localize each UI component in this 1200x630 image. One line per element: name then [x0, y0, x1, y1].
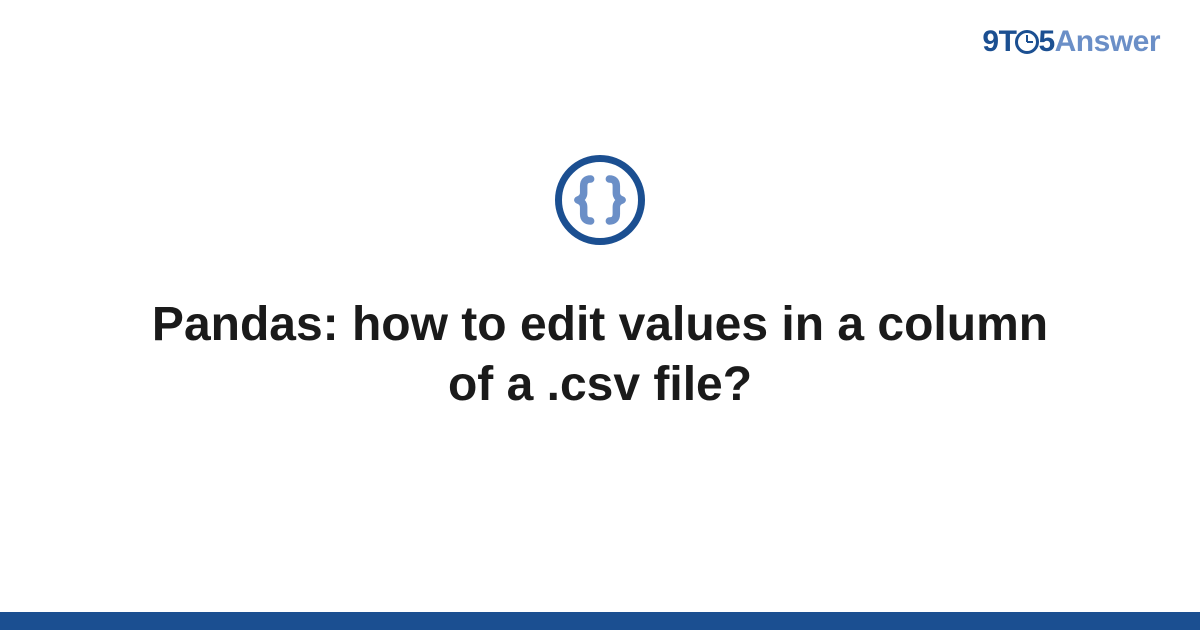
main-content: Pandas: how to edit values in a column o…	[0, 0, 1200, 630]
question-title: Pandas: how to edit values in a column o…	[150, 295, 1050, 415]
logo-text-answer: Answer	[1055, 25, 1160, 58]
category-icon-wrap	[555, 155, 645, 245]
logo-text-9t: 9T	[982, 25, 1016, 58]
site-logo: 9T 5Answer	[982, 25, 1160, 59]
code-braces-icon	[555, 155, 645, 245]
logo-text-5: 5	[1038, 25, 1054, 58]
clock-icon	[1015, 30, 1039, 54]
bottom-accent-bar	[0, 612, 1200, 630]
